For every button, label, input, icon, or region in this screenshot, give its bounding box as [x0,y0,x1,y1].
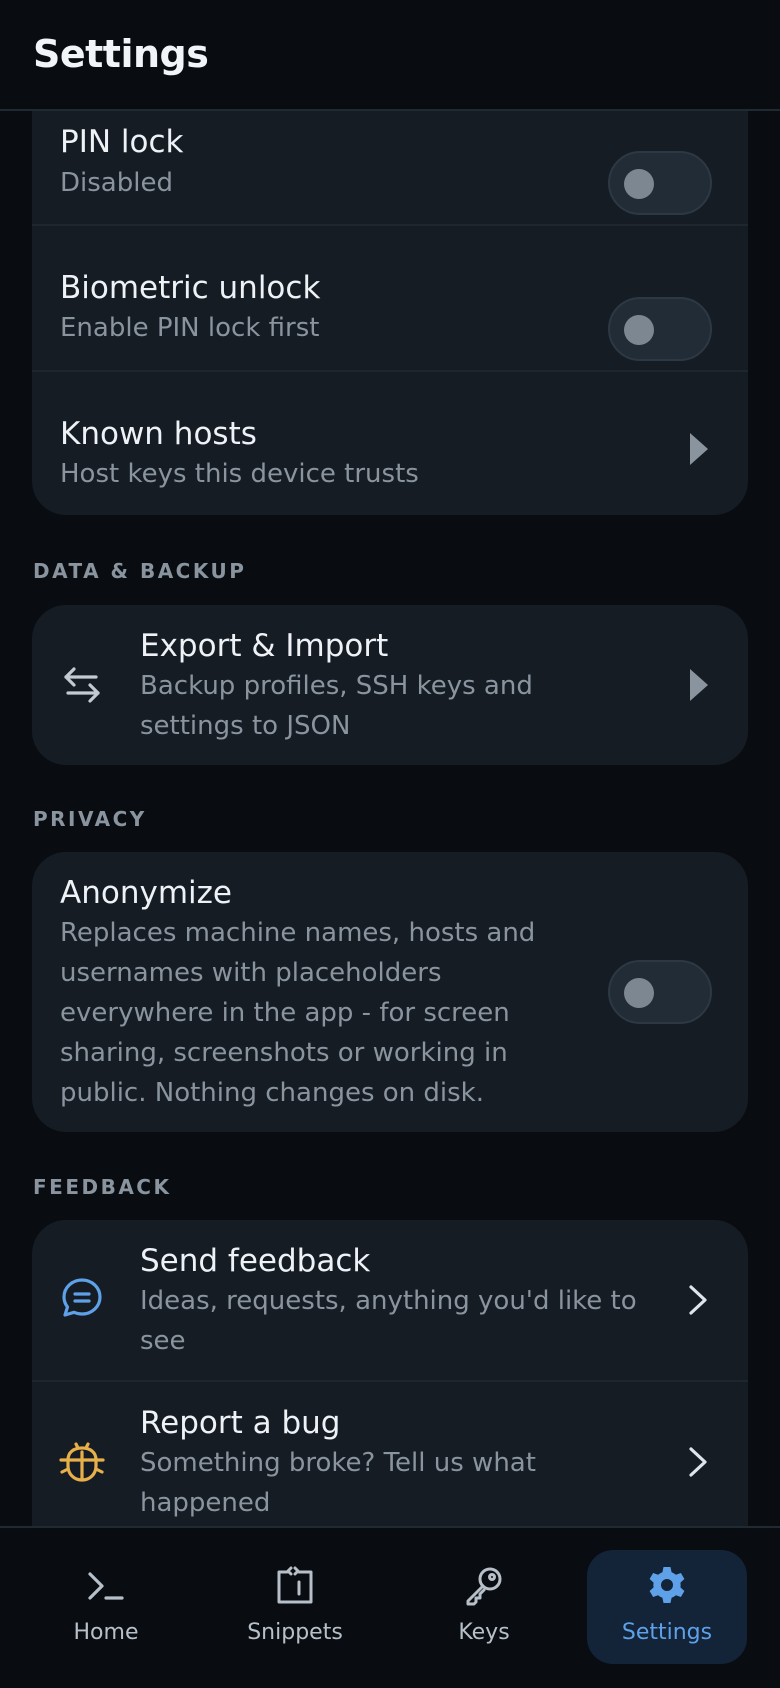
nav-item-settings[interactable]: Settings [587,1550,747,1664]
anonymize-toggle[interactable] [608,960,712,1024]
chevron-right-icon [689,1447,707,1477]
settings-scroll-area[interactable]: PIN lock Disabled Biometric unlock Enabl… [0,111,780,1526]
chevron-right-icon [689,1285,707,1315]
bug-icon [59,1442,105,1482]
biometric-row[interactable]: Biometric unlock Enable PIN lock first [32,226,748,371]
nav-item-snippets[interactable]: Snippets [215,1550,375,1664]
known-hosts-row[interactable]: Known hosts Host keys this device trusts [32,372,748,515]
anonymize-subtitle: Replaces machine names, hosts and userna… [60,918,536,1108]
toggle-knob [624,169,654,199]
send-feedback-subtitle: Ideas, requests, anything you'd like to … [140,1286,637,1356]
biometric-toggle[interactable] [608,297,712,361]
biometric-subtitle: Enable PIN lock first [60,313,320,343]
export-import-subtitle: Backup profiles, SSH keys and settings t… [140,671,533,741]
feedback-card: Send feedback Ideas, requests, anything … [32,1220,748,1526]
caret-right-icon [690,433,708,465]
caret-right-icon [690,669,708,701]
nav-label: Settings [621,1620,713,1645]
report-bug-row[interactable]: Report a bug Something broke? Tell us wh… [32,1382,748,1526]
report-bug-title: Report a bug [140,1405,341,1441]
toggle-knob [624,978,654,1008]
privacy-card: Anonymize Replaces machine names, hosts … [32,852,748,1132]
anonymize-row[interactable]: Anonymize Replaces machine names, hosts … [32,852,748,1132]
send-feedback-row[interactable]: Send feedback Ideas, requests, anything … [32,1220,748,1380]
report-bug-subtitle: Something broke? Tell us what happened [140,1448,536,1518]
nav-item-home[interactable]: Home [26,1550,186,1664]
anonymize-title: Anonymize [60,875,232,911]
known-hosts-subtitle: Host keys this device trusts [60,459,419,489]
export-import-row[interactable]: Export & Import Backup profiles, SSH key… [32,605,748,765]
nav-label: Snippets [247,1620,343,1645]
known-hosts-title: Known hosts [60,416,257,452]
pin-lock-toggle[interactable] [608,151,712,215]
swap-arrows-icon [64,667,100,703]
pin-lock-title: PIN lock [60,124,184,160]
nav-item-keys[interactable]: Keys [404,1550,564,1664]
key-icon [466,1567,502,1606]
section-label-privacy: PRIVACY [33,807,147,831]
export-import-title: Export & Import [140,628,389,664]
section-label-data-backup: DATA & BACKUP [33,559,247,583]
data-backup-card: Export & Import Backup profiles, SSH key… [32,605,748,765]
nav-label: Home [73,1620,139,1645]
biometric-title: Biometric unlock [60,270,321,306]
pin-lock-row[interactable]: PIN lock Disabled [32,111,748,216]
gear-icon [649,1567,685,1603]
pin-lock-subtitle: Disabled [60,168,173,198]
terminal-icon [88,1572,124,1600]
page-title: Settings [33,32,209,76]
bottom-nav: Home Snippets Keys Settings [0,1526,780,1688]
nav-label: Keys [458,1620,510,1645]
app-header: Settings [0,0,780,111]
snippet-icon [277,1566,313,1604]
security-card: PIN lock Disabled Biometric unlock Enabl… [32,111,748,515]
chat-bubble-icon [62,1278,102,1317]
toggle-knob [624,315,654,345]
send-feedback-title: Send feedback [140,1243,371,1279]
section-label-feedback: FEEDBACK [33,1175,172,1199]
